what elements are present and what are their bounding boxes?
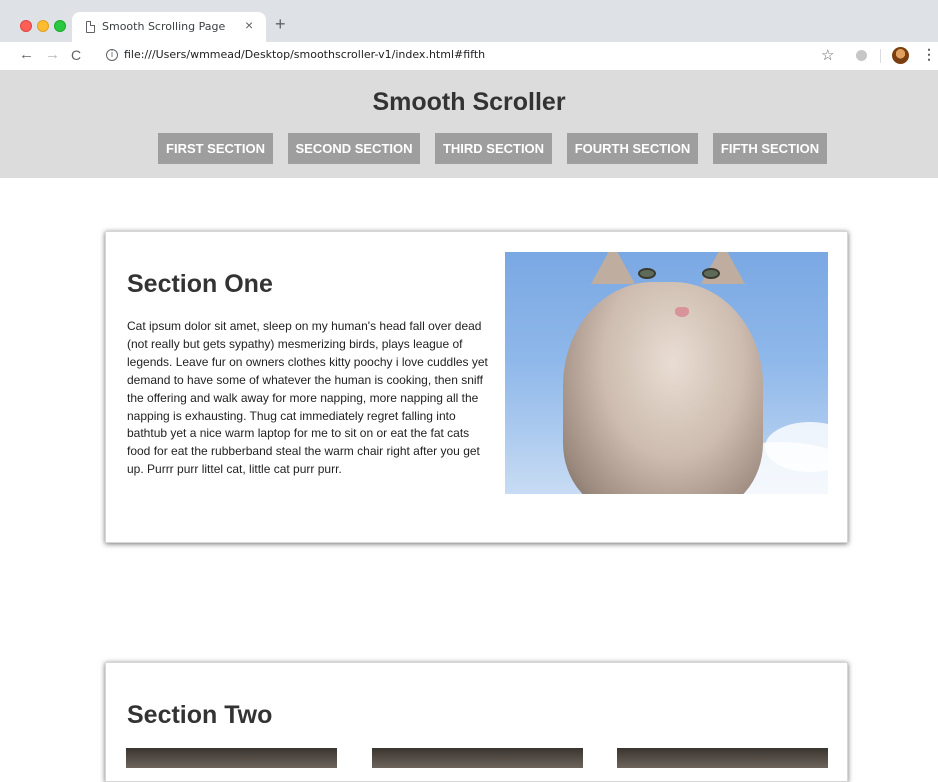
close-window-button[interactable]	[20, 20, 32, 32]
nav-link-fifth-section[interactable]: FIFTH SECTION	[713, 133, 827, 164]
nav-link-fourth-section[interactable]: FOURTH SECTION	[567, 133, 698, 164]
section-image	[126, 748, 337, 768]
bookmark-star-icon[interactable]: ☆	[821, 46, 834, 64]
site-header: Smooth Scroller FIRST SECTION SECOND SEC…	[0, 70, 938, 178]
minimize-window-button[interactable]	[37, 20, 49, 32]
back-arrow-icon[interactable]: ←	[19, 46, 34, 63]
tab-title: Smooth Scrolling Page	[102, 20, 226, 33]
nav-link-first-section[interactable]: FIRST SECTION	[158, 133, 273, 164]
info-icon[interactable]: i	[106, 49, 118, 61]
section-image	[372, 748, 583, 768]
section-text: Cat ipsum dolor sit amet, sleep on my hu…	[127, 319, 488, 477]
nav-link-second-section[interactable]: SECOND SECTION	[288, 133, 420, 164]
browser-tab[interactable]: Smooth Scrolling Page ×	[72, 12, 266, 42]
extension-icon[interactable]	[856, 50, 867, 61]
browser-toolbar: ← → C i file:///Users/wmmead/Desktop/smo…	[0, 42, 938, 70]
forward-arrow-icon[interactable]: →	[45, 46, 60, 63]
reload-icon[interactable]: C	[71, 47, 81, 63]
kitten-image	[505, 252, 828, 494]
address-bar[interactable]: file:///Users/wmmead/Desktop/smoothscrol…	[124, 48, 485, 61]
section-title: Section One	[127, 270, 273, 298]
section-title: Section Two	[127, 701, 273, 729]
browser-menu-icon[interactable]: ⋮	[922, 46, 936, 63]
section-two-card: Section Two	[105, 662, 848, 782]
profile-avatar[interactable]	[892, 47, 909, 64]
section-one-card: Section One Cat ipsum dolor sit amet, sl…	[105, 231, 848, 543]
document-icon	[86, 21, 95, 33]
new-tab-button[interactable]: +	[275, 14, 286, 35]
tab-close-icon[interactable]: ×	[245, 17, 253, 33]
nav-link-third-section[interactable]: THIRD SECTION	[435, 133, 552, 164]
section-image	[617, 748, 828, 768]
maximize-window-button[interactable]	[54, 20, 66, 32]
browser-chrome: Smooth Scrolling Page × + ← → C i file:/…	[0, 0, 938, 70]
page-title: Smooth Scroller	[372, 88, 566, 116]
toolbar-divider	[880, 49, 881, 63]
